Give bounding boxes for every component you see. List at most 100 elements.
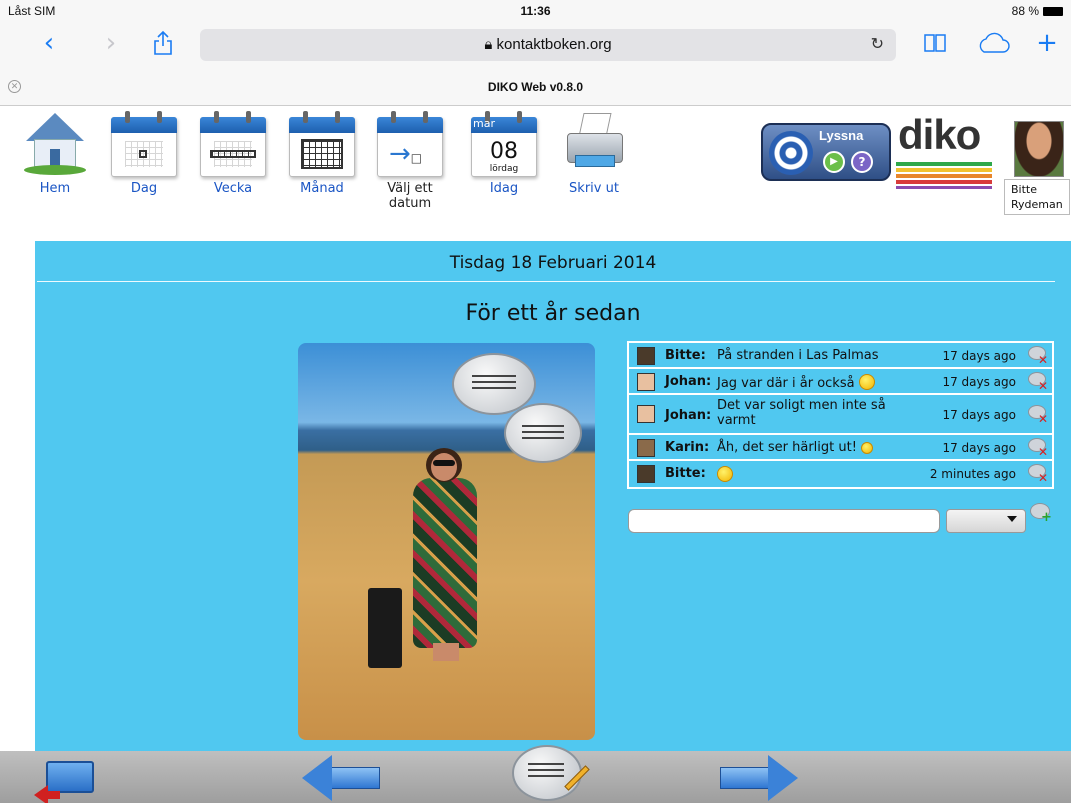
listen-button[interactable]: Lyssna ▶ ? bbox=[761, 123, 891, 181]
delete-comment-icon[interactable]: ✕ bbox=[1028, 464, 1048, 484]
home-button[interactable]: Hem bbox=[15, 109, 95, 196]
avatar bbox=[1014, 121, 1064, 177]
month-button[interactable]: Månad bbox=[282, 109, 362, 196]
comment-message bbox=[717, 466, 917, 483]
home-label: Hem bbox=[39, 181, 71, 196]
clock: 11:36 bbox=[520, 4, 551, 18]
memory-photo[interactable] bbox=[298, 343, 595, 740]
new-comment-input[interactable] bbox=[628, 509, 940, 533]
comment-author: Bitte: bbox=[665, 466, 706, 481]
chevron-down-icon bbox=[1007, 516, 1017, 522]
day-label: Dag bbox=[130, 181, 158, 196]
month-label: Månad bbox=[300, 181, 344, 196]
comment-message: Åh, det ser härligt ut! bbox=[717, 440, 917, 455]
target-icon bbox=[769, 131, 813, 175]
reload-icon[interactable]: ↻ bbox=[871, 34, 884, 53]
comment-list: Bitte: På stranden i Las Palmas 17 days … bbox=[627, 341, 1054, 489]
logo-text: diko bbox=[898, 111, 981, 158]
user-name: Bitte Rydeman bbox=[1004, 179, 1070, 215]
emoji-select[interactable] bbox=[946, 509, 1026, 533]
tab-bar: ✕ DIKO Web v0.8.0 bbox=[0, 70, 1071, 106]
diko-logo: diko bbox=[894, 111, 994, 189]
delete-comment-icon[interactable]: ✕ bbox=[1028, 346, 1048, 366]
calendar-month-icon bbox=[289, 109, 355, 177]
tab-title: DIKO Web v0.8.0 bbox=[487, 80, 584, 94]
calendar-today-icon: mar 08 lördag bbox=[471, 109, 537, 177]
avatar bbox=[637, 439, 655, 457]
battery-indicator: 88 % bbox=[1012, 4, 1063, 18]
house-icon bbox=[22, 109, 88, 177]
comment-time: 17 days ago bbox=[942, 441, 1016, 455]
help-icon[interactable]: ? bbox=[851, 151, 873, 173]
smiley-icon bbox=[717, 466, 733, 482]
avatar bbox=[637, 373, 655, 391]
today-button[interactable]: mar 08 lördag Idag bbox=[464, 109, 544, 196]
comment-row: Johan: Det var soligt men inte så varmt … bbox=[629, 395, 1052, 435]
today-day: 08 bbox=[490, 139, 518, 164]
comment-author: Johan: bbox=[665, 408, 712, 423]
printer-icon bbox=[561, 109, 627, 177]
comment-author: Karin: bbox=[665, 440, 710, 455]
status-bar: Låst SIM 11:36 88 % bbox=[0, 0, 1071, 22]
url-text: kontaktboken.org bbox=[496, 36, 612, 53]
lock-icon: 🔒︎ bbox=[484, 36, 493, 53]
delete-comment-icon[interactable]: ✕ bbox=[1028, 372, 1048, 392]
new-tab-icon[interactable]: + bbox=[1030, 26, 1064, 60]
calendar-day-icon bbox=[111, 109, 177, 177]
smiley-icon bbox=[861, 442, 874, 454]
app-toolbar: Hem Dag Vecka Månad →□ Välj ett datum ma… bbox=[0, 107, 1071, 233]
add-comment-icon[interactable]: + bbox=[1030, 503, 1054, 527]
battery-percent: 88 % bbox=[1011, 4, 1039, 18]
user-profile[interactable]: Bitte Rydeman bbox=[1004, 121, 1071, 215]
comment-text: Åh, det ser härligt ut! bbox=[717, 440, 857, 455]
listen-label: Lyssna bbox=[819, 128, 864, 143]
comment-time: 17 days ago bbox=[942, 349, 1016, 363]
bottom-nav bbox=[0, 745, 1071, 803]
bookmarks-icon[interactable] bbox=[918, 26, 952, 60]
cloud-icon[interactable] bbox=[976, 26, 1010, 60]
avatar bbox=[637, 347, 655, 365]
comment-author: Johan: bbox=[665, 374, 712, 389]
back-to-menu-icon[interactable] bbox=[34, 755, 98, 803]
week-button[interactable]: Vecka bbox=[193, 109, 273, 196]
print-label: Skriv ut bbox=[569, 181, 619, 196]
divider bbox=[37, 281, 1055, 282]
pick-date-button[interactable]: →□ Välj ett datum bbox=[370, 109, 450, 211]
comment-author: Bitte: bbox=[665, 348, 706, 363]
delete-comment-icon[interactable]: ✕ bbox=[1028, 438, 1048, 458]
comment-text: På stranden i Las Palmas bbox=[717, 348, 879, 363]
today-weekday: lördag bbox=[489, 164, 519, 174]
forward-icon[interactable]: › bbox=[94, 26, 128, 60]
write-comment-icon[interactable] bbox=[510, 745, 590, 803]
day-button[interactable]: Dag bbox=[104, 109, 184, 196]
arrow-left-icon[interactable] bbox=[302, 755, 382, 801]
date-heading: Tisdag 18 Februari 2014 bbox=[449, 253, 657, 273]
address-bar[interactable]: 🔒︎ kontaktboken.org ↻ bbox=[200, 29, 896, 61]
comment-time: 17 days ago bbox=[942, 408, 1016, 422]
smiley-icon bbox=[858, 374, 875, 390]
comment-row: Karin: Åh, det ser härligt ut! 17 days a… bbox=[629, 435, 1052, 461]
comment-row: Bitte: 2 minutes ago ✕ bbox=[629, 461, 1052, 487]
content-panel: Tisdag 18 Februari 2014 För ett år sedan… bbox=[35, 241, 1071, 751]
comment-row: Bitte: På stranden i Las Palmas 17 days … bbox=[629, 343, 1052, 369]
comment-time: 2 minutes ago bbox=[929, 467, 1016, 481]
week-label: Vecka bbox=[213, 181, 253, 196]
play-icon[interactable]: ▶ bbox=[823, 151, 845, 173]
comment-text: Jag var där i år också bbox=[717, 376, 855, 391]
arrow-right-icon[interactable] bbox=[718, 755, 798, 801]
calendar-pick-icon: →□ bbox=[377, 109, 443, 177]
comment-time: 17 days ago bbox=[942, 375, 1016, 389]
comment-row: Johan: Jag var där i år också 17 days ag… bbox=[629, 369, 1052, 395]
share-icon[interactable] bbox=[146, 26, 180, 60]
section-title: För ett år sedan bbox=[465, 301, 641, 326]
calendar-week-icon bbox=[200, 109, 266, 177]
avatar bbox=[637, 465, 655, 483]
back-icon[interactable]: ‹ bbox=[32, 26, 66, 60]
comment-text: Det var soligt men inte så varmt bbox=[717, 398, 886, 428]
comment-message: Jag var där i år också bbox=[717, 374, 917, 391]
browser-toolbar: ‹ › 🔒︎ kontaktboken.org ↻ + bbox=[0, 22, 1071, 70]
battery-icon bbox=[1043, 6, 1063, 16]
delete-comment-icon[interactable]: ✕ bbox=[1028, 405, 1048, 425]
print-button[interactable]: Skriv ut bbox=[554, 109, 634, 196]
avatar bbox=[637, 405, 655, 423]
